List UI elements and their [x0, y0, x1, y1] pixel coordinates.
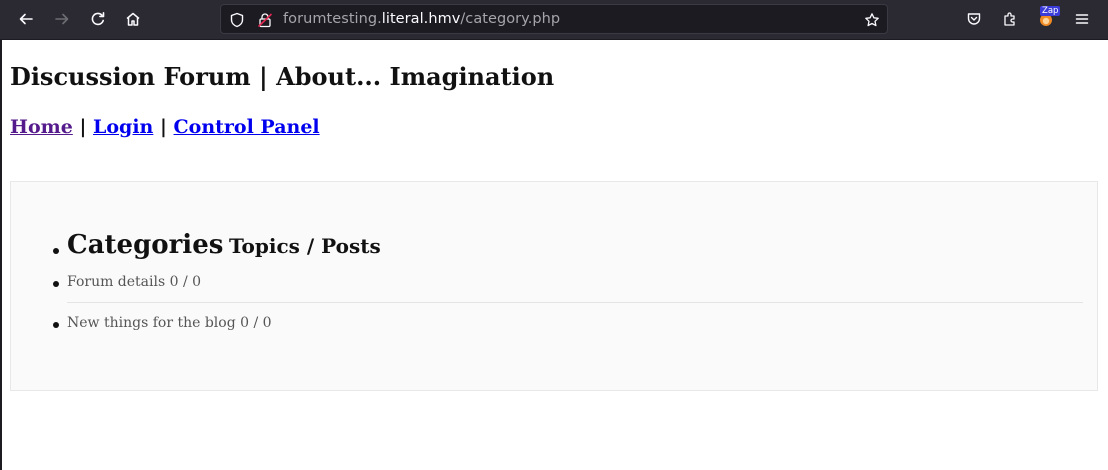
list-bullet	[53, 322, 59, 328]
list-bullet	[53, 248, 59, 254]
menu-login-link[interactable]: Login	[93, 116, 153, 138]
app-menu-button[interactable]	[1066, 3, 1098, 35]
insecure-lock-icon[interactable]	[257, 12, 273, 28]
menu-home-link[interactable]: Home	[10, 116, 73, 138]
url-prefix: forumtesting.	[283, 11, 382, 27]
arrow-right-icon	[55, 13, 69, 25]
topics-posts-heading: Topics / Posts	[228, 234, 381, 258]
zap-badge: Zap	[1040, 6, 1061, 16]
url-bar[interactable]: forumtesting.literal.hmv/category.php	[220, 4, 888, 34]
browser-toolbar: forumtesting.literal.hmv/category.php Za…	[0, 0, 1108, 39]
back-button[interactable]	[10, 3, 42, 35]
reload-icon	[91, 12, 105, 26]
url-path: /category.php	[460, 11, 561, 27]
site-menu: Home | Login | Control Panel	[10, 116, 320, 138]
category-row[interactable]: Forum details 0 / 0	[67, 274, 201, 290]
reload-button[interactable]	[82, 3, 114, 35]
home-button[interactable]	[117, 3, 149, 35]
url-host: literal.hmv	[381, 11, 461, 27]
pocket-icon	[967, 13, 981, 25]
site-title: Discussion Forum | About... Imagination	[10, 62, 555, 91]
category-box: Categories Topics / Posts Forum details …	[10, 181, 1098, 391]
menu-separator: |	[159, 116, 167, 138]
home-icon	[126, 12, 140, 26]
row-divider	[67, 302, 1083, 303]
shield-icon[interactable]	[229, 12, 245, 28]
categories-heading: Categories	[67, 230, 224, 260]
pocket-button[interactable]	[958, 3, 990, 35]
hamburger-icon	[1075, 14, 1089, 24]
menu-control-panel-link[interactable]: Control Panel	[174, 116, 320, 138]
menu-separator: |	[79, 116, 87, 138]
category-list-header: Categories Topics / Posts	[67, 230, 381, 260]
forward-button[interactable]	[46, 3, 78, 35]
category-row[interactable]: New things for the blog 0 / 0	[67, 315, 272, 331]
list-bullet	[53, 281, 59, 287]
page-content: Discussion Forum | About... Imagination …	[2, 40, 1108, 470]
star-icon[interactable]	[864, 12, 880, 28]
arrow-left-icon	[19, 13, 33, 25]
extensions-button[interactable]	[994, 3, 1026, 35]
url-text[interactable]: forumtesting.literal.hmv/category.php	[283, 11, 560, 27]
puzzle-icon	[1004, 12, 1015, 26]
